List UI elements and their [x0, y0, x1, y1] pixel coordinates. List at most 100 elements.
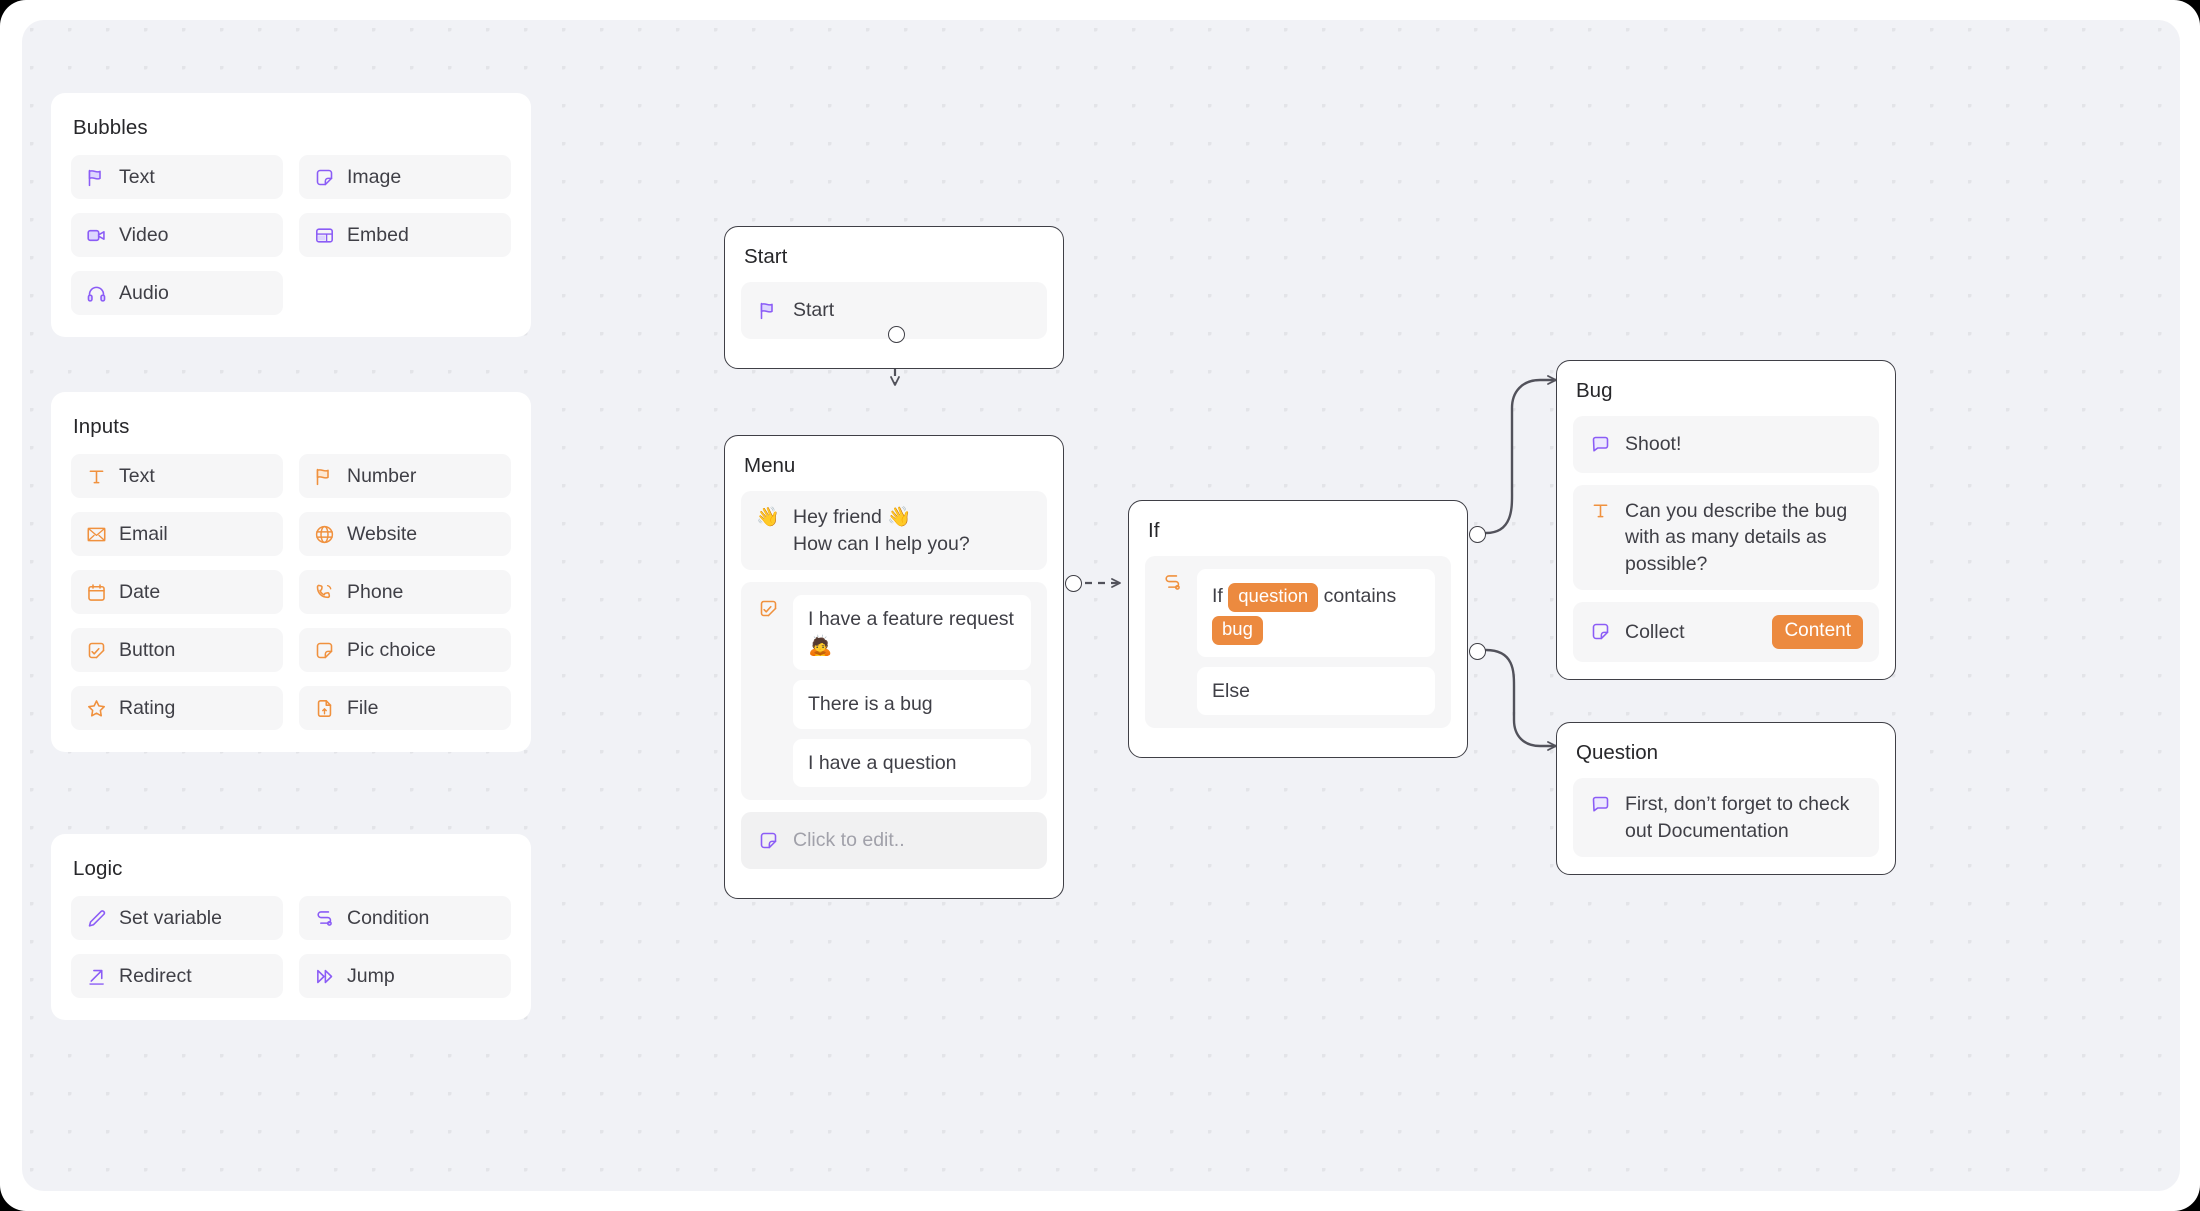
bug-collect-badge[interactable]: Content	[1772, 615, 1863, 649]
video-icon	[85, 224, 107, 246]
palette-item-rating-input[interactable]: Rating	[71, 686, 283, 730]
star-icon	[85, 697, 107, 719]
chat-bubble-icon	[1589, 793, 1611, 815]
palette-item-redirect[interactable]: Redirect	[71, 954, 283, 998]
headphones-icon	[85, 282, 107, 304]
palette-item-label: Date	[119, 580, 161, 603]
palette-item-label: Rating	[119, 696, 176, 719]
menu-add-block[interactable]: Click to edit..	[741, 812, 1047, 869]
jump-icon	[313, 965, 335, 987]
text-t-icon	[1589, 500, 1611, 522]
palette-item-label: Video	[119, 223, 169, 246]
palette-item-embed-bubble[interactable]: Embed	[299, 213, 511, 257]
wave-icon: 👋	[756, 506, 780, 528]
palette-item-audio-bubble[interactable]: Audio	[71, 271, 283, 315]
menu-choice-item[interactable]: There is a bug	[793, 680, 1031, 729]
if-condition-row[interactable]: If question contains bug	[1197, 569, 1435, 657]
palette-item-label: File	[347, 696, 379, 719]
chat-bubble-icon	[1589, 433, 1611, 455]
menu-output-handle[interactable]	[1065, 575, 1082, 592]
if-else-output-handle[interactable]	[1469, 643, 1486, 660]
app-window: Bubbles Text Image Video Embed Audio Inp…	[0, 0, 2200, 1211]
palette-item-label: Text	[119, 165, 155, 188]
flow-node-bug[interactable]: Bug Shoot! Can you describe the bug with…	[1556, 360, 1896, 680]
palette-item-video-bubble[interactable]: Video	[71, 213, 283, 257]
palette-item-label: Image	[347, 165, 402, 188]
flow-node-question[interactable]: Question First, don’t forget to check ou…	[1556, 722, 1896, 876]
if-condition-operator: contains	[1323, 585, 1397, 607]
file-upload-icon	[313, 697, 335, 719]
palette-section-title: Logic	[73, 857, 123, 880]
sticker-icon	[1589, 621, 1611, 643]
palette-item-number-input[interactable]: Number	[299, 454, 511, 498]
envelope-icon	[85, 523, 107, 545]
palette-item-email-input[interactable]: Email	[71, 512, 283, 556]
flow-node-start[interactable]: Start Start	[724, 226, 1064, 369]
bug-question-block[interactable]: Can you describe the bug with as many de…	[1573, 484, 1879, 591]
palette-item-website-input[interactable]: Website	[299, 512, 511, 556]
condition-icon	[313, 907, 335, 929]
node-title: Bug	[1576, 379, 1613, 402]
palette-item-date-input[interactable]: Date	[71, 570, 283, 614]
edge-if-true-to-bug	[1484, 375, 1558, 535]
palette-grid: Text Image Video Embed Audio	[71, 155, 511, 315]
phone-icon	[313, 581, 335, 603]
palette-item-label: Phone	[347, 580, 404, 603]
menu-greeting-text: Hey friend 👋 How can I help you?	[793, 506, 970, 555]
palette-section-logic: Logic Set variable Condition Redirect Ju…	[51, 834, 531, 1020]
if-condition-prefix: If	[1212, 585, 1223, 607]
palette-item-set-variable[interactable]: Set variable	[71, 896, 283, 940]
bug-message-text: Shoot!	[1625, 433, 1682, 455]
flow-node-if[interactable]: If If question contains bug Else	[1128, 500, 1486, 759]
flow-node-menu[interactable]: Menu 👋 Hey friend 👋 How can I help you? …	[724, 435, 1082, 899]
palette-item-text-input[interactable]: Text	[71, 454, 283, 498]
arrow-up-right-icon	[85, 965, 107, 987]
menu-greeting-block[interactable]: 👋 Hey friend 👋 How can I help you?	[741, 491, 1047, 571]
palette-item-label: Pic choice	[347, 638, 436, 661]
palette-item-image-bubble[interactable]: Image	[299, 155, 511, 199]
if-condition-variable[interactable]: question	[1228, 583, 1319, 612]
palette-section-title: Bubbles	[73, 116, 148, 139]
button-check-icon	[85, 639, 107, 661]
palette-item-label: Audio	[119, 281, 169, 304]
palette-item-condition[interactable]: Condition	[299, 896, 511, 940]
question-message-block[interactable]: First, don’t forget to check out Documen…	[1573, 778, 1879, 858]
palette-item-phone-input[interactable]: Phone	[299, 570, 511, 614]
palette-item-label: Embed	[347, 223, 409, 246]
node-title: Question	[1576, 741, 1659, 764]
flow-canvas[interactable]: Bubbles Text Image Video Embed Audio Inp…	[22, 20, 2180, 1191]
palette-section-inputs: Inputs Text Number Email Website Date Ph…	[51, 392, 531, 752]
embed-icon	[313, 224, 335, 246]
menu-choice-item[interactable]: I have a question	[793, 738, 1031, 788]
flag-icon	[313, 465, 335, 487]
palette-item-pic-choice-input[interactable]: Pic choice	[299, 628, 511, 672]
bug-collect-label: Collect	[1625, 620, 1685, 643]
text-t-icon	[85, 465, 107, 487]
palette-item-text-bubble[interactable]: Text	[71, 155, 283, 199]
palette-section-title: Inputs	[73, 415, 130, 438]
palette-item-button-input[interactable]: Button	[71, 628, 283, 672]
button-check-icon	[757, 597, 779, 619]
menu-choices-block[interactable]: I have a feature request 🙇 There is a bu…	[741, 582, 1047, 801]
palette-grid: Text Number Email Website Date Phone But…	[71, 454, 511, 730]
palette-section-bubbles: Bubbles Text Image Video Embed Audio	[51, 93, 531, 337]
if-conditions-block[interactable]: If question contains bug Else	[1145, 556, 1451, 729]
bug-message-block[interactable]: Shoot!	[1573, 416, 1879, 473]
palette-item-label: Condition	[347, 906, 430, 929]
if-else-row[interactable]: Else	[1197, 666, 1435, 716]
palette-item-label: Website	[347, 522, 418, 545]
bug-question-text: Can you describe the bug with as many de…	[1625, 499, 1848, 575]
palette-item-label: Text	[119, 464, 155, 487]
palette-item-file-input[interactable]: File	[299, 686, 511, 730]
if-condition-value[interactable]: bug	[1212, 615, 1263, 645]
start-output-handle[interactable]	[888, 326, 905, 343]
if-true-output-handle[interactable]	[1469, 526, 1486, 543]
menu-edit-placeholder: Click to edit..	[793, 829, 905, 852]
palette-grid: Set variable Condition Redirect Jump	[71, 896, 511, 998]
bug-collect-block[interactable]: Collect Content	[1573, 602, 1879, 662]
edge-if-else-to-question	[1484, 648, 1558, 751]
palette-item-jump[interactable]: Jump	[299, 954, 511, 998]
question-message-text: First, don’t forget to check out Documen…	[1625, 793, 1850, 842]
node-title: Start	[744, 245, 788, 268]
menu-choice-item[interactable]: I have a feature request 🙇	[793, 595, 1031, 671]
